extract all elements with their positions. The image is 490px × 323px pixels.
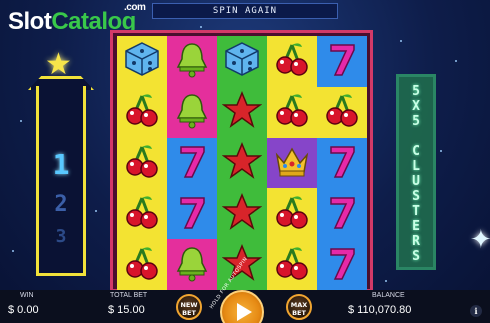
seven-icon (322, 141, 362, 185)
level-1: 1 (52, 148, 70, 181)
reel-cell (217, 188, 267, 240)
reel-cell (267, 137, 317, 189)
win-label: WIN (20, 292, 34, 299)
reel-cell (117, 86, 167, 138)
reel-cell (317, 36, 367, 87)
cluster-letter: U (412, 174, 420, 189)
reel-cell (117, 137, 167, 189)
reel-cell (267, 36, 317, 87)
cherry-icon (122, 192, 162, 236)
reel-cell (167, 137, 217, 189)
cluster-letter: S (412, 249, 420, 264)
play-icon (237, 303, 252, 321)
dice-icon (222, 39, 262, 83)
star-icon (221, 141, 263, 185)
logo-com: .com (124, 2, 146, 13)
cherry-icon (122, 141, 162, 185)
reel-cell (267, 239, 317, 290)
reel-cell (117, 188, 167, 240)
crown-icon (272, 141, 312, 185)
cluster-letter (404, 129, 428, 144)
reel-cell (117, 239, 167, 290)
cherry-icon (272, 192, 312, 236)
reel-grid (117, 36, 367, 290)
reel-cell (317, 188, 367, 240)
cherry-icon (272, 90, 312, 134)
reel-cell (267, 188, 317, 240)
star-icon (221, 192, 263, 236)
reel-cell (217, 36, 267, 87)
reel-cell (167, 239, 217, 290)
level-2: 2 (54, 192, 68, 217)
win-value: $ 0.00 (8, 304, 39, 316)
new-bet-button[interactable]: NEW BET (176, 294, 202, 320)
reel-cell (317, 137, 367, 189)
total-bet-value: $ 15.00 (108, 304, 145, 316)
info-icon[interactable]: i (470, 305, 482, 317)
total-bet-label: TOTAL BET (110, 292, 148, 299)
cherry-icon (122, 90, 162, 134)
max-bet-button[interactable]: MAX BET (286, 294, 312, 320)
cluster-letter: S (412, 189, 420, 204)
cluster-letter: C (412, 144, 420, 159)
seven-icon (322, 243, 362, 287)
bell-icon (172, 243, 212, 287)
cherry-icon (322, 90, 362, 134)
reel-cell (167, 86, 217, 138)
balance-label: BALANCE (372, 292, 405, 299)
dice-icon (122, 39, 162, 83)
cherry-icon (272, 39, 312, 83)
cluster-letter: T (412, 204, 420, 219)
bell-icon (172, 39, 212, 83)
reel-cell (317, 86, 367, 138)
sparkle-icon: ✦ (470, 225, 490, 255)
reel-cell (167, 36, 217, 87)
seven-icon (172, 192, 212, 236)
level-3: 3 (55, 226, 67, 247)
reel-cell (317, 239, 367, 290)
cluster-letter: R (412, 234, 420, 249)
cluster-label: 5X5 CLUSTERS (404, 84, 428, 264)
balance-value: $ 110,070.80 (348, 304, 412, 316)
logo-slot: Slot (8, 8, 52, 35)
cherry-icon (122, 243, 162, 287)
cluster-letter: E (412, 219, 420, 234)
cherry-icon (272, 243, 312, 287)
bell-icon (172, 90, 212, 134)
seven-icon (322, 192, 362, 236)
seven-icon (322, 39, 362, 83)
star-icon (221, 90, 263, 134)
star-icon-tower: ★ (45, 47, 72, 82)
cluster-letter: 5 (412, 114, 420, 129)
reel-cell (167, 188, 217, 240)
level-tower (36, 86, 86, 276)
spin-again-banner: SPIN AGAIN (152, 3, 338, 19)
reel-cell (267, 86, 317, 138)
seven-icon (172, 141, 212, 185)
cluster-letter: L (412, 159, 420, 174)
reel-cell (217, 137, 267, 189)
reel-cell (217, 86, 267, 138)
cluster-letter: 5 (412, 84, 420, 99)
reel-cell (117, 36, 167, 87)
cluster-letter: X (412, 99, 420, 114)
